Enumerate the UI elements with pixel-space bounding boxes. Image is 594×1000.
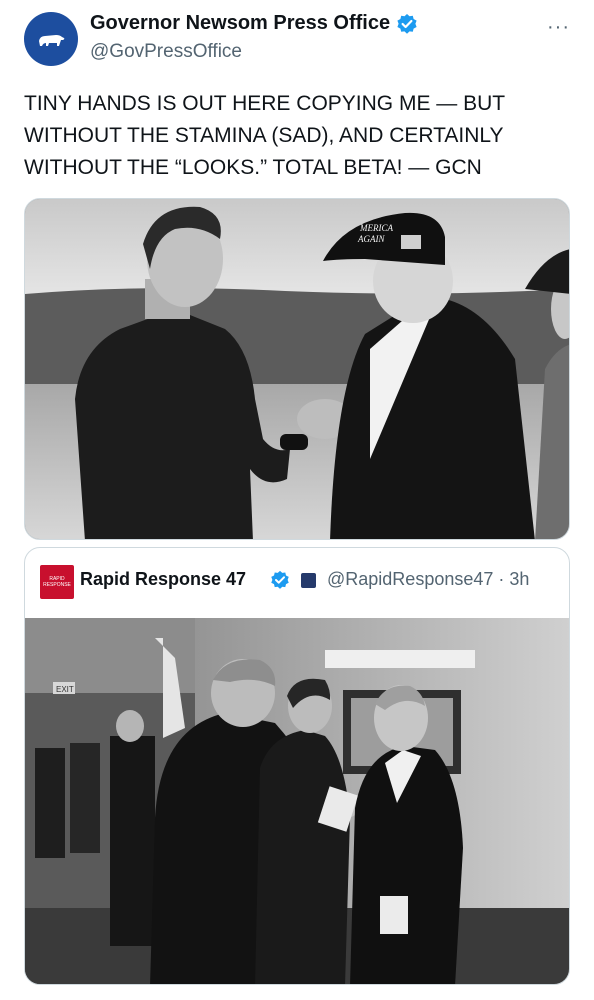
author-avatar[interactable]	[24, 12, 78, 66]
photo-newsom-trump: MERICA AGAIN	[25, 199, 569, 539]
hat-text: MERICA	[359, 223, 393, 233]
quoted-author-avatar[interactable]: RAPID RESPONSE	[40, 565, 74, 599]
photo-hallway-meeting: EXIT	[25, 618, 569, 984]
post-photo[interactable]: MERICA AGAIN	[24, 198, 570, 540]
bear-logo-icon	[39, 35, 65, 46]
svg-text:AGAIN: AGAIN	[357, 234, 385, 244]
quoted-post[interactable]: RAPID RESPONSE Rapid Response 47 @RapidR…	[24, 547, 570, 985]
quoted-post-photo[interactable]: EXIT	[25, 618, 569, 984]
verified-badge-icon	[271, 570, 289, 589]
post-text: TINY HANDS IS OUT HERE COPYING ME — BUT …	[24, 92, 506, 179]
exit-sign: EXIT	[56, 685, 74, 694]
author-display-name[interactable]: Governor Newsom Press Office	[90, 12, 390, 35]
author-handle[interactable]: @GovPressOffice	[90, 41, 242, 63]
more-options-icon[interactable]: ···	[547, 16, 570, 39]
quoted-author-handle-time[interactable]: @RapidResponse47 · 3h	[327, 569, 529, 590]
quoted-author-name[interactable]: Rapid Response 47	[80, 569, 246, 590]
post-header: Governor Newsom Press Office @GovPressOf…	[0, 0, 594, 80]
flag-icon	[301, 573, 316, 588]
quoted-post-header: RAPID RESPONSE Rapid Response 47 @RapidR…	[25, 548, 569, 618]
quoted-avatar-text: RAPID RESPONSE	[43, 576, 71, 588]
verified-badge-icon	[397, 13, 417, 34]
